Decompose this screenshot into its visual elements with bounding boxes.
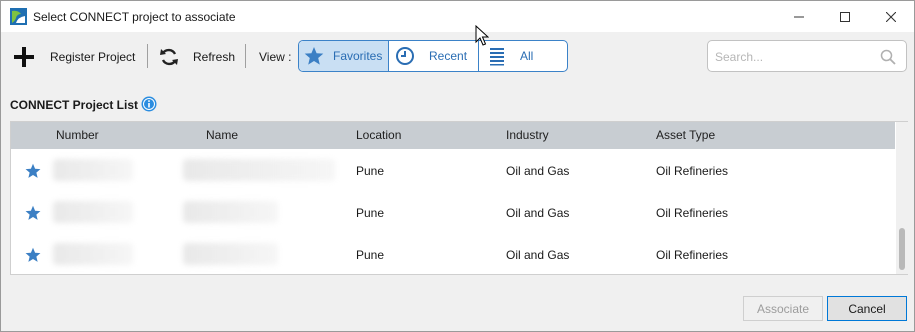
column-header-number[interactable]: Number (56, 128, 99, 142)
clock-icon (396, 47, 414, 65)
toolbar: Register Project Refresh View : Favorite… (1, 36, 914, 76)
cell-asset-type: Oil Refineries (656, 164, 729, 178)
redacted-number (53, 159, 133, 181)
redacted-name (183, 201, 278, 223)
view-all-label: All (520, 49, 534, 63)
cell-asset-type: Oil Refineries (656, 206, 729, 220)
view-recent-label: Recent (429, 49, 468, 63)
project-list-title: CONNECT Project List (10, 98, 139, 112)
maximize-button[interactable] (822, 1, 868, 32)
register-project-label: Register Project (50, 50, 136, 64)
redacted-name (183, 243, 278, 265)
column-header-location[interactable]: Location (356, 128, 401, 142)
scrollbar-thumb[interactable] (899, 228, 905, 270)
favorite-star-icon[interactable] (25, 163, 41, 179)
table-scrollbar[interactable] (896, 122, 908, 274)
connect-app-icon (10, 8, 27, 25)
view-label: View : (259, 50, 292, 64)
favorite-star-icon[interactable] (25, 205, 41, 221)
favorite-star-icon[interactable] (25, 247, 41, 263)
minimize-icon (794, 16, 804, 17)
list-icon (490, 48, 504, 66)
dialog-window: Select CONNECT project to associate Regi… (0, 0, 915, 332)
cell-asset-type: Oil Refineries (656, 248, 729, 262)
close-icon (886, 11, 896, 22)
table-header: Number Name Location Industry Asset Type (11, 122, 895, 149)
project-table: Number Name Location Industry Asset Type… (10, 121, 908, 275)
info-icon[interactable] (141, 96, 157, 112)
view-selector: Favorites Recent All (298, 40, 568, 72)
column-header-name[interactable]: Name (206, 128, 238, 142)
cell-industry: Oil and Gas (506, 164, 570, 178)
table-row[interactable]: Pune Oil and Gas Oil Refineries (11, 192, 895, 234)
minimize-button[interactable] (776, 1, 822, 32)
view-recent-tab[interactable]: Recent (389, 41, 479, 71)
toolbar-divider (147, 44, 148, 68)
cell-industry: Oil and Gas (506, 248, 570, 262)
column-header-industry[interactable]: Industry (506, 128, 549, 142)
redacted-name (183, 159, 335, 181)
toolbar-divider (245, 44, 246, 68)
refresh-button[interactable]: Refresh (159, 42, 235, 72)
maximize-icon (840, 11, 850, 22)
cell-location: Pune (356, 248, 385, 262)
view-all-tab[interactable]: All (479, 41, 567, 71)
associate-button[interactable]: Associate (743, 296, 823, 321)
cell-location: Pune (356, 206, 385, 220)
table-row[interactable]: Pune Oil and Gas Oil Refineries (11, 150, 895, 192)
plus-icon (14, 47, 34, 67)
refresh-icon (160, 48, 178, 66)
redacted-number (53, 201, 133, 223)
column-header-asset-type[interactable]: Asset Type (656, 128, 715, 142)
refresh-label: Refresh (193, 50, 236, 64)
close-button[interactable] (868, 1, 914, 32)
cell-industry: Oil and Gas (506, 206, 570, 220)
mouse-cursor-icon (475, 25, 489, 46)
search-icon[interactable] (880, 49, 896, 65)
register-project-button[interactable]: Register Project (13, 42, 135, 72)
redacted-number (53, 243, 133, 265)
cell-location: Pune (356, 164, 385, 178)
search-box (707, 40, 907, 72)
window-title: Select CONNECT project to associate (33, 10, 236, 24)
table-row[interactable]: Pune Oil and Gas Oil Refineries (11, 234, 895, 276)
search-input[interactable] (715, 48, 875, 66)
view-favorites-tab[interactable]: Favorites (299, 41, 389, 71)
view-favorites-label: Favorites (333, 49, 383, 63)
cancel-button[interactable]: Cancel (827, 296, 907, 321)
star-icon (304, 47, 324, 65)
title-bar: Select CONNECT project to associate (1, 1, 914, 32)
